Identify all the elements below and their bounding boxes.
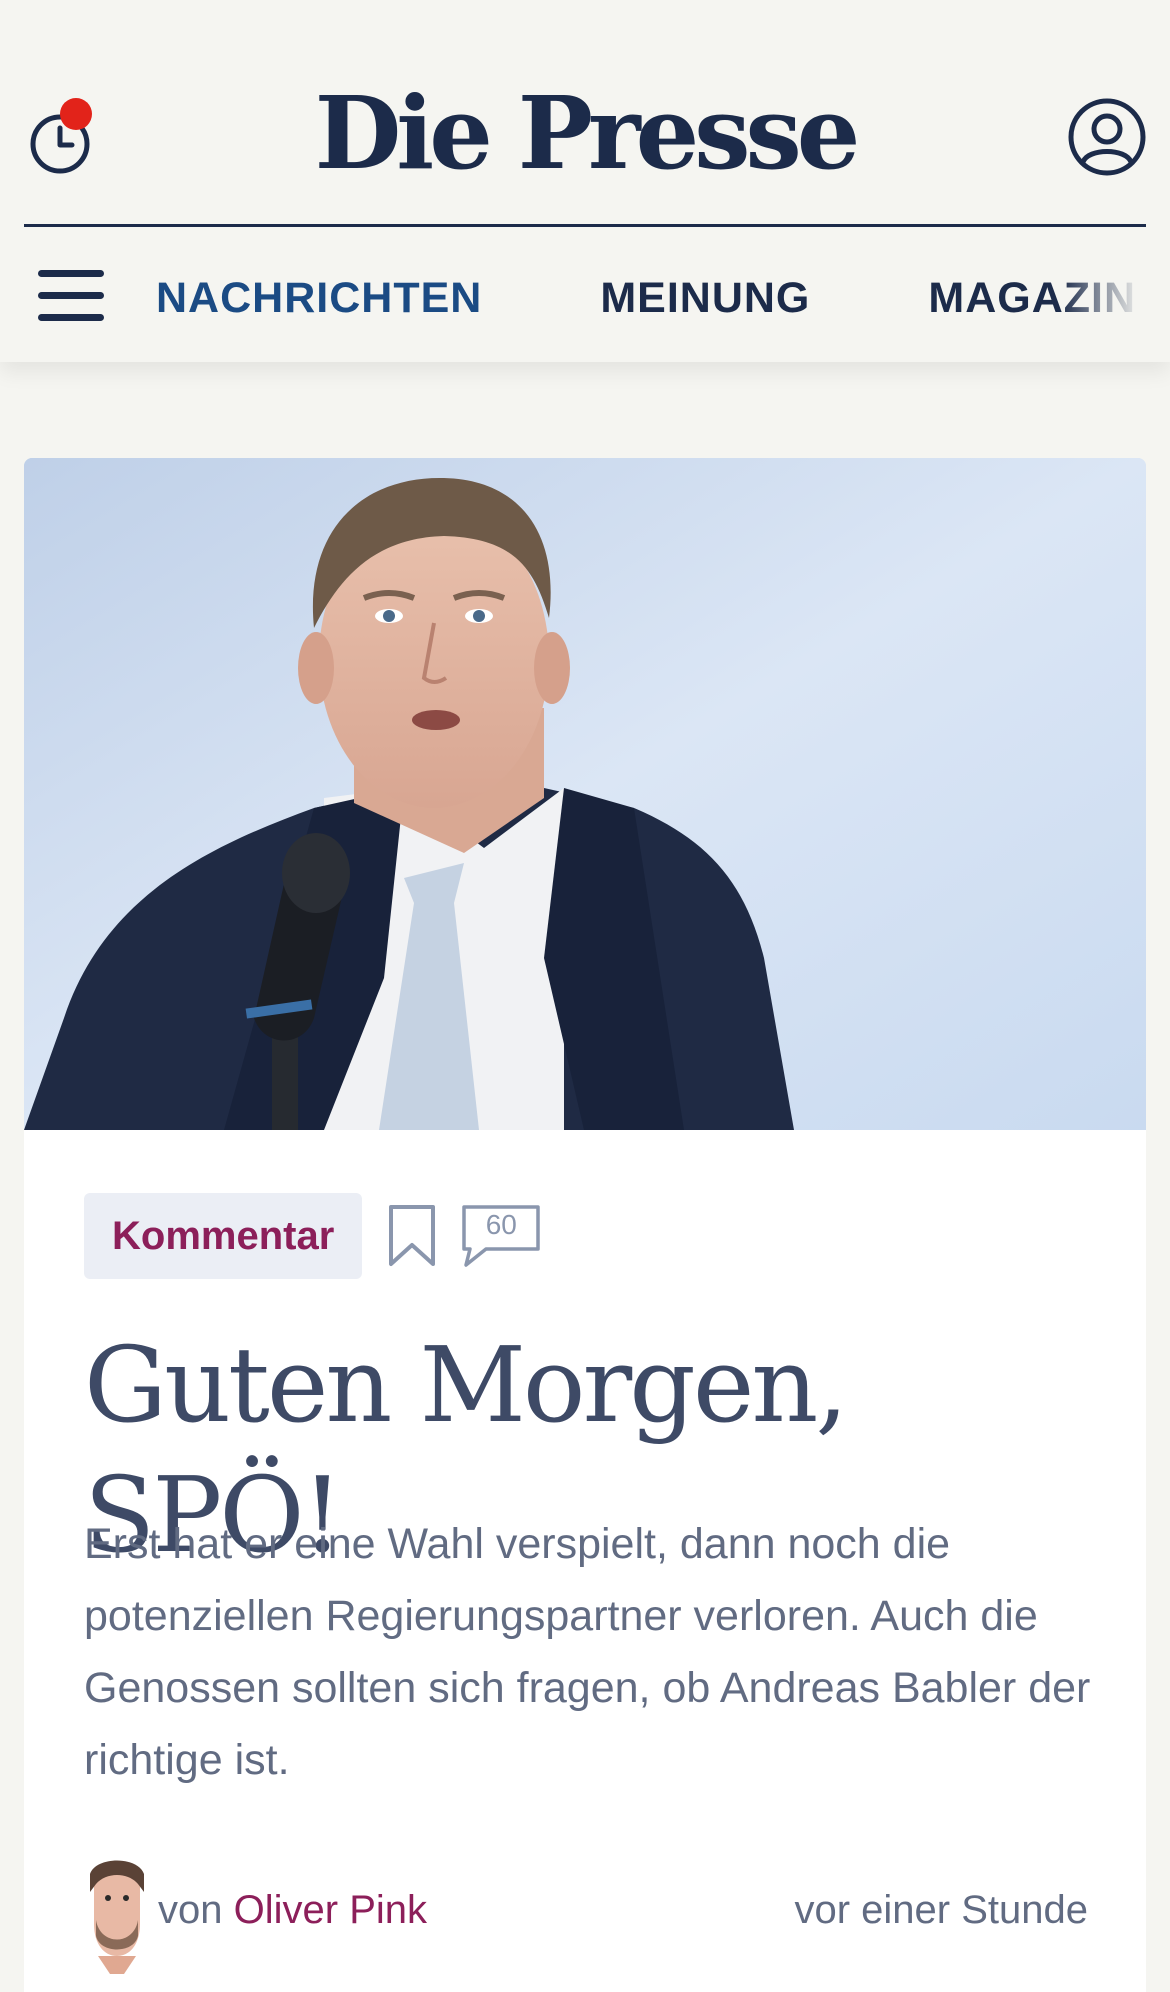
article-lede: Erst hat er eine Wahl verspielt, dann no… <box>84 1520 1091 1784</box>
author-avatar <box>90 1860 144 1974</box>
category-badge[interactable]: Kommentar <box>84 1193 363 1279</box>
nav-item-nachrichten[interactable]: NACHRICHTEN <box>156 268 482 328</box>
article-hero-image[interactable] <box>24 458 1146 1130</box>
hero-photo <box>24 458 1146 1130</box>
bookmark-icon <box>389 1205 436 1266</box>
header-divider <box>24 224 1146 227</box>
byline-prefix: von <box>158 1888 223 1932</box>
byline-text: von Oliver Pink <box>158 1888 427 1933</box>
article-byline: von Oliver Pink vor einer Stunde <box>84 1854 1088 1974</box>
site-header: Die Presse NACHRICHTEN MEINUNG MAGAZIN <box>0 0 1170 362</box>
bookmark-button[interactable] <box>386 1203 438 1269</box>
nav-item-meinung[interactable]: MEINUNG <box>600 268 810 328</box>
site-logo[interactable]: Die Presse <box>0 78 1170 188</box>
account-button[interactable] <box>1066 96 1148 178</box>
section-nav: NACHRICHTEN MEINUNG MAGAZIN <box>156 268 1170 328</box>
comments-button[interactable]: 60 <box>460 1203 542 1269</box>
hamburger-menu-icon[interactable] <box>38 268 106 324</box>
page: Die Presse NACHRICHTEN MEINUNG MAGAZIN K… <box>0 0 1170 1992</box>
article-card[interactable]: Kommentar 60 Guten Morgen, SPÖ! Erst hat… <box>24 458 1146 1992</box>
comments-count: 60 <box>485 1209 517 1240</box>
author-link[interactable]: Oliver Pink <box>234 1888 427 1932</box>
user-account-icon <box>1068 98 1146 176</box>
article-timestamp: vor einer Stunde <box>794 1888 1088 1932</box>
nav-scroll-fade <box>1060 262 1170 332</box>
article-meta-row: Kommentar 60 <box>84 1192 542 1280</box>
